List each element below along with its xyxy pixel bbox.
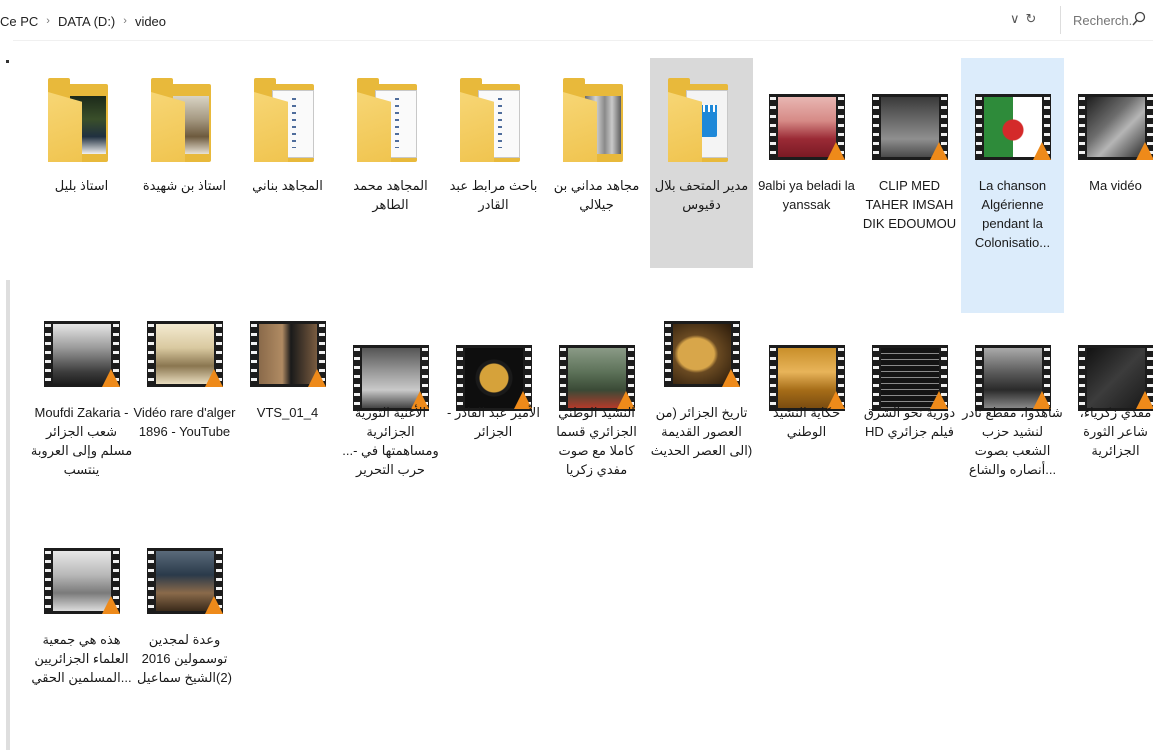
video-item[interactable]: CLIP MED TAHER IMSAH DIK EDOUMOU [858, 58, 961, 268]
video-thumbnail [236, 285, 339, 395]
vlc-cone-icon [102, 596, 120, 614]
scrollbar[interactable] [6, 280, 10, 750]
video-thumbnail [545, 285, 648, 411]
search-box[interactable] [1060, 6, 1151, 34]
folder-icon [650, 58, 753, 168]
item-label: النشيد الوطني الجزائري قسما كاملا مع صوت… [556, 405, 637, 477]
video-item[interactable]: La chanson Algérienne pendant la Colonis… [961, 58, 1064, 313]
item-label: مجاهد مداني بن جيلالي [553, 178, 640, 212]
item-label: شاهدوا، مقطع نادر لنشيد حزب الشعب بصوت .… [962, 405, 1063, 477]
video-item[interactable]: Vidéo rare d'alger 1896 - YouTube [133, 285, 236, 525]
video-item[interactable]: هذه هي جمعية العلماء الجزائريين ...المسل… [30, 512, 133, 722]
item-label: Ma vidéo [1089, 178, 1142, 193]
video-thumbnail [30, 285, 133, 395]
address-bar-area: Ce PC › DATA (D:) › video ∨ ↻ [0, 0, 1153, 41]
video-item[interactable]: 9albi ya beladi la yanssak [755, 58, 858, 268]
folder-icon [545, 58, 648, 168]
vlc-cone-icon [205, 369, 223, 387]
breadcrumb-this-pc[interactable]: Ce PC [0, 14, 38, 29]
item-label: المجاهد محمد الطاهر [353, 178, 428, 212]
folder-item[interactable]: باحث مرابط عبد القادر [442, 58, 545, 268]
vlc-cone-icon [308, 369, 326, 387]
vlc-cone-icon [930, 142, 948, 160]
video-item[interactable]: الأغنية الثورية الجزائرية ومساهمتها في -… [339, 285, 442, 525]
video-thumbnail [858, 285, 961, 411]
vlc-cone-icon [722, 369, 740, 387]
folder-item[interactable]: مدير المتحف بلال دقيوس [650, 58, 753, 268]
video-thumbnail [961, 285, 1064, 411]
breadcrumb-drive[interactable]: DATA (D:) [58, 14, 115, 29]
video-thumbnail [1064, 285, 1153, 411]
folder-icon [339, 58, 442, 168]
video-item[interactable]: - الأمير عبد القادر الجزائر [442, 285, 545, 525]
item-label: مفدي زكرياء، شاعر الثورة الجزائرية [1079, 405, 1152, 458]
video-thumbnail [133, 285, 236, 395]
refresh-icon[interactable]: ↻ [1026, 11, 1037, 27]
search-input[interactable] [1071, 11, 1135, 29]
video-item[interactable]: Moufdi Zakaria - شعب الجزائر مسلم وإلى ا… [30, 285, 133, 525]
folder-icon [30, 58, 133, 168]
item-label: La chanson Algérienne pendant la Colonis… [974, 178, 1051, 250]
video-item[interactable]: مفدي زكرياء، شاعر الثورة الجزائرية [1064, 285, 1153, 525]
item-label: وعدة لمجدين توسمولين 2016 (2)الشيخ سماعي… [137, 632, 232, 685]
vlc-cone-icon [102, 369, 120, 387]
item-label: CLIP MED TAHER IMSAH DIK EDOUMOU [862, 178, 957, 231]
video-thumbnail [755, 285, 858, 411]
item-label: باحث مرابط عبد القادر [449, 178, 538, 212]
vlc-cone-icon [827, 142, 845, 160]
video-item[interactable]: وعدة لمجدين توسمولين 2016 (2)الشيخ سماعي… [133, 512, 236, 722]
folder-icon [236, 58, 339, 168]
folder-item[interactable]: استاذ بن شهيدة [133, 58, 236, 268]
navigation-pane-edge [0, 40, 13, 756]
item-label: الأغنية الثورية الجزائرية ومساهمتها في -… [342, 405, 439, 477]
search-icon[interactable] [1131, 11, 1147, 27]
item-label: Vidéo rare d'alger 1896 - YouTube [133, 405, 236, 439]
item-label: دورية نحو الشرق HD فيلم جزائري [863, 405, 956, 439]
breadcrumb-video[interactable]: video [135, 14, 166, 29]
video-thumbnail [30, 512, 133, 622]
video-thumbnail [755, 58, 858, 168]
item-label: هذه هي جمعية العلماء الجزائريين ...المسل… [31, 632, 132, 685]
item-label: 9albi ya beladi la yanssak [758, 178, 855, 212]
video-thumbnail [442, 285, 545, 411]
breadcrumb-separator: › [123, 15, 127, 27]
video-item[interactable]: VTS_01_4 [236, 285, 339, 525]
video-thumbnail [339, 285, 442, 411]
breadcrumb-separator: › [46, 15, 50, 27]
folder-icon [442, 58, 545, 168]
breadcrumb[interactable]: Ce PC › DATA (D:) › video [0, 10, 1055, 32]
item-label: تاريخ الجزائر (من العصور القديمة (الى ال… [650, 405, 753, 458]
video-thumbnail [133, 512, 236, 622]
item-label: Moufdi Zakaria - شعب الجزائر مسلم وإلى ا… [30, 405, 133, 477]
folder-item[interactable]: مجاهد مداني بن جيلالي [545, 58, 648, 268]
item-label: استاذ بليل [54, 178, 109, 193]
folder-item[interactable]: المجاهد محمد الطاهر [339, 58, 442, 268]
video-item[interactable]: Ma vidéo [1064, 58, 1153, 268]
chevron-down-icon[interactable]: ∨ [1010, 11, 1020, 27]
vlc-cone-icon [1136, 142, 1153, 160]
pane-marker [6, 60, 9, 63]
folder-icon [133, 58, 236, 168]
item-label: VTS_01_4 [256, 405, 319, 420]
item-label: - الأمير عبد القادر الجزائر [447, 405, 540, 439]
item-label: المجاهد بناني [252, 178, 323, 193]
video-item[interactable]: شاهدوا، مقطع نادر لنشيد حزب الشعب بصوت .… [961, 285, 1064, 525]
item-label: مدير المتحف بلال دقيوس [654, 178, 749, 212]
video-thumbnail [1064, 58, 1153, 168]
video-thumbnail [858, 58, 961, 168]
video-thumbnail [961, 58, 1064, 168]
vlc-cone-icon [205, 596, 223, 614]
item-label: حكاية النشيد الوطني [772, 405, 841, 439]
vlc-cone-icon [1033, 142, 1051, 160]
item-label: استاذ بن شهيدة [142, 178, 227, 193]
video-item[interactable]: تاريخ الجزائر (من العصور القديمة (الى ال… [650, 285, 753, 525]
video-item[interactable]: دورية نحو الشرق HD فيلم جزائري [858, 285, 961, 525]
video-thumbnail [650, 285, 753, 395]
video-item[interactable]: حكاية النشيد الوطني [755, 285, 858, 525]
video-item[interactable]: النشيد الوطني الجزائري قسما كاملا مع صوت… [545, 285, 648, 525]
folder-item[interactable]: المجاهد بناني [236, 58, 339, 268]
folder-item[interactable]: استاذ بليل [30, 58, 133, 268]
